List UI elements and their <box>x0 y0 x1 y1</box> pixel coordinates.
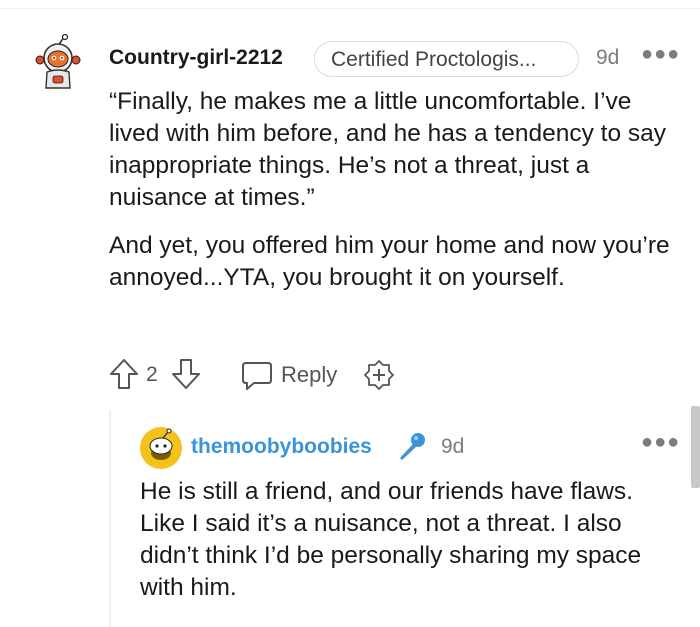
reply-username[interactable]: themoobyboobies <box>191 435 372 459</box>
comment-username[interactable]: Country-girl-2212 <box>109 46 283 70</box>
reply-age: 9d <box>441 435 465 458</box>
award-plus-icon[interactable] <box>362 358 396 392</box>
user-flair: Certified Proctologis... <box>314 41 579 77</box>
scrollbar[interactable] <box>691 406 700 488</box>
comment-paragraph: And yet, you offered him your home and n… <box>109 232 670 291</box>
comment-body: “Finally, he makes me a little uncomfort… <box>109 86 679 294</box>
comment-paragraph: “Finally, he makes me a little uncomfort… <box>109 88 667 211</box>
speech-bubble-icon[interactable] <box>240 359 274 391</box>
comment-age: 9d <box>596 46 620 69</box>
arrow-down-icon[interactable] <box>170 356 202 392</box>
user-avatar[interactable] <box>34 33 82 90</box>
vote-score: 2 <box>146 363 158 386</box>
reply-body: He is still a friend, and our friends ha… <box>140 478 642 601</box>
reply-button[interactable]: Reply <box>281 362 337 388</box>
microphone-icon <box>394 430 428 464</box>
arrow-up-icon[interactable] <box>108 356 140 392</box>
thread-line[interactable] <box>109 410 111 627</box>
more-dots-icon[interactable]: ●●● <box>641 43 680 66</box>
user-avatar[interactable] <box>139 426 183 470</box>
more-dots-icon[interactable]: ●●● <box>641 431 680 454</box>
top-divider <box>0 8 700 9</box>
comment-actions: 2 Reply <box>0 356 700 392</box>
